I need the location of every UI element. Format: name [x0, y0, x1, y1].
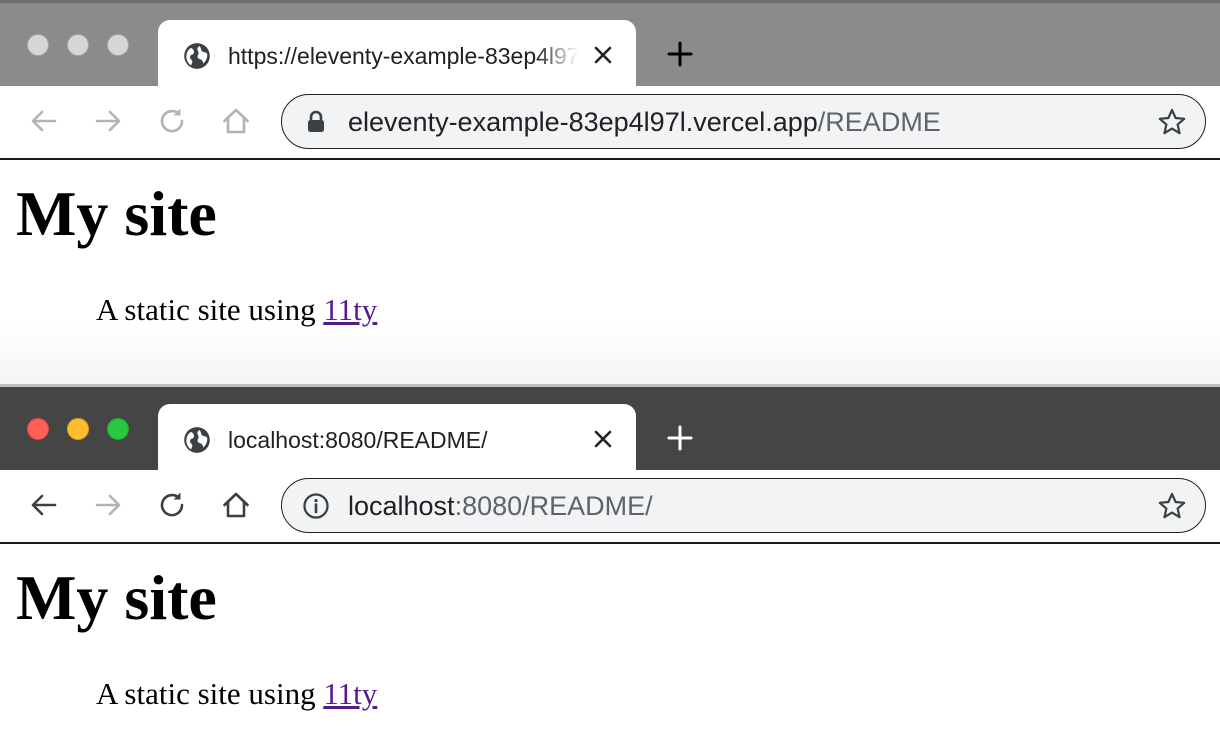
address-bar[interactable]: eleventy-example-83ep4l97l.vercel.app/RE…: [281, 94, 1206, 149]
close-window-button[interactable]: [27, 418, 49, 440]
back-icon[interactable]: [29, 106, 59, 136]
browser-window-inactive: https://eleventy-example-83ep4l97l.verce…: [0, 0, 1220, 384]
url-text: eleventy-example-83ep4l97l.vercel.app/RE…: [348, 104, 941, 140]
url-host: eleventy-example-83ep4l97l.vercel.app: [348, 107, 818, 137]
new-tab-icon[interactable]: [666, 40, 694, 68]
title-bar: localhost:8080/README/: [0, 384, 1220, 473]
close-tab-icon[interactable]: [592, 44, 614, 66]
info-icon[interactable]: [302, 492, 330, 520]
globe-icon: [184, 43, 210, 69]
toolbar: localhost:8080/README/: [0, 470, 1220, 544]
close-window-button[interactable]: [27, 34, 49, 56]
bookmark-star-icon[interactable]: [1157, 491, 1187, 521]
url-host: localhost: [348, 491, 455, 521]
toolbar: eleventy-example-83ep4l97l.vercel.app/RE…: [0, 86, 1220, 160]
zoom-window-button[interactable]: [107, 34, 129, 56]
eleventy-link[interactable]: 11ty: [323, 292, 377, 327]
back-icon[interactable]: [29, 490, 59, 520]
address-bar[interactable]: localhost:8080/README/: [281, 478, 1206, 533]
reload-icon[interactable]: [157, 490, 187, 520]
lock-icon[interactable]: [302, 108, 330, 136]
tab-title: localhost:8080/README/: [228, 427, 488, 453]
blurb-text: A static site using: [96, 676, 316, 711]
page-heading: My site: [16, 178, 217, 249]
title-bar: https://eleventy-example-83ep4l97l.verce…: [0, 0, 1220, 89]
page-blurb: A static site using 11ty: [96, 290, 377, 330]
blurb-text: A static site using: [96, 292, 316, 327]
forward-icon[interactable]: [93, 490, 123, 520]
url-text: localhost:8080/README/: [348, 488, 653, 524]
eleventy-link[interactable]: 11ty: [323, 676, 377, 711]
new-tab-icon[interactable]: [666, 424, 694, 452]
page-blurb: A static site using 11ty: [96, 674, 377, 714]
bookmark-star-icon[interactable]: [1157, 107, 1187, 137]
globe-icon: [184, 427, 210, 453]
url-path: /README: [817, 107, 941, 137]
page-heading: My site: [16, 562, 217, 633]
close-tab-icon[interactable]: [592, 428, 614, 450]
browser-window-active: localhost:8080/README/ localhost:8080/RE…: [0, 384, 1220, 748]
window-shadow: [0, 324, 1220, 384]
reload-icon[interactable]: [157, 106, 187, 136]
minimize-window-button[interactable]: [67, 34, 89, 56]
minimize-window-button[interactable]: [67, 418, 89, 440]
tab-title: https://eleventy-example-83ep4l97l.verce…: [228, 43, 578, 69]
url-path: :8080/README/: [454, 491, 653, 521]
browser-tab[interactable]: https://eleventy-example-83ep4l97l.verce…: [158, 20, 636, 89]
home-icon[interactable]: [221, 106, 251, 136]
zoom-window-button[interactable]: [107, 418, 129, 440]
browser-tab[interactable]: localhost:8080/README/: [158, 404, 636, 473]
forward-icon[interactable]: [93, 106, 123, 136]
home-icon[interactable]: [221, 490, 251, 520]
